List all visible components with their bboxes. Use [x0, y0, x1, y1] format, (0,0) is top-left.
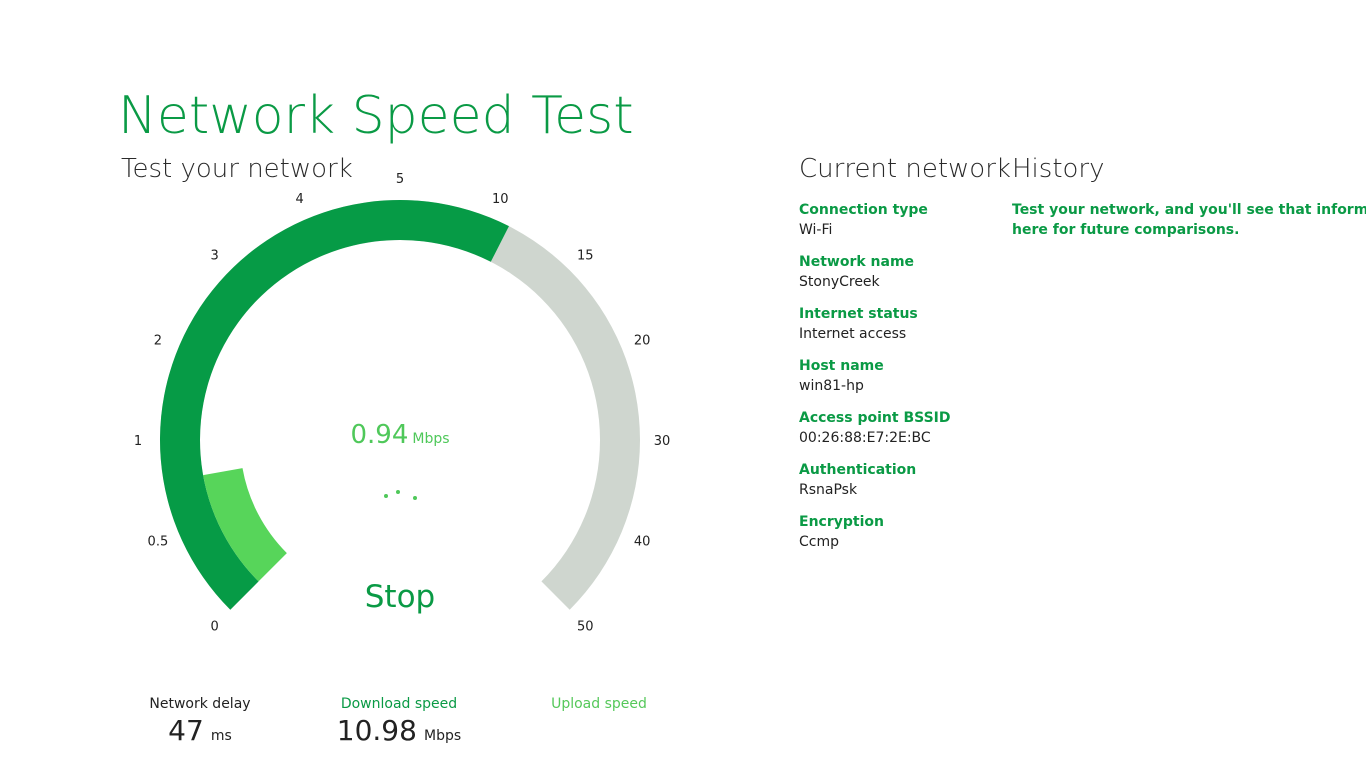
gauge-tick-label: 10: [492, 192, 509, 207]
download-speed-label: Download speed: [340, 696, 458, 712]
info-label: Authentication: [799, 462, 917, 478]
info-value: Internet access: [799, 326, 907, 342]
gauge-tick-label: 0: [211, 619, 219, 634]
gauge-tick-label: 0.5: [148, 534, 169, 549]
history-message-line-1: Test your network, and you'll see that i…: [1012, 202, 1366, 218]
gauge-tick-label: 30: [654, 434, 671, 449]
network-info-internet-status: Internet status Internet access: [799, 304, 1009, 356]
info-label: Connection type: [799, 202, 928, 218]
gauge-tick-label: 50: [577, 619, 594, 634]
network-info-network-name: Network name StonyCreek: [799, 252, 1009, 304]
current-speed-value: 0.94: [350, 420, 409, 450]
gauge-tick-label: 20: [634, 334, 651, 349]
current-speed: 0.94 Mbps: [300, 420, 500, 450]
info-value: win81-hp: [799, 378, 864, 394]
history-message-line-2: here for future comparisons.: [1012, 222, 1240, 238]
info-label: Access point BSSID: [799, 410, 951, 426]
current-network-list: Connection type Wi-Fi Network name Stony…: [799, 200, 1009, 564]
network-info-authentication: Authentication RsnaPsk: [799, 460, 1009, 512]
download-speed-metric: Download speed 10.98 Mbps: [314, 696, 484, 747]
info-value: 00:26:88:E7:2E:BC: [799, 430, 931, 446]
gauge-tick-label: 15: [577, 249, 594, 264]
current-speed-unit: Mbps: [412, 431, 450, 447]
network-delay-metric: Network delay 47 ms: [115, 696, 285, 747]
network-delay-unit: ms: [210, 728, 232, 744]
gauge-tick-label: 4: [296, 192, 304, 207]
info-value: Wi-Fi: [799, 222, 833, 238]
network-info-host-name: Host name win81-hp: [799, 356, 1009, 408]
gauge-tick-label: 3: [211, 249, 219, 264]
info-label: Network name: [799, 254, 915, 270]
gauge-tick-label: 2: [154, 334, 162, 349]
network-delay-label: Network delay: [149, 696, 251, 712]
info-label: Internet status: [799, 306, 918, 322]
speed-gauge: 0 0.5 1 2 3 4 5 10 15 20 30 40 50: [134, 172, 671, 634]
info-value: RsnaPsk: [799, 482, 858, 498]
upload-speed-metric: Upload speed: [514, 696, 684, 747]
progress-dots-icon: [380, 486, 424, 502]
download-speed-value: 10.98: [336, 714, 417, 747]
gauge-tick-label: 1: [134, 434, 142, 449]
stop-button[interactable]: Stop: [330, 574, 470, 620]
network-info-encryption: Encryption Ccmp: [799, 512, 1009, 564]
download-speed-unit: Mbps: [424, 728, 462, 744]
info-value: StonyCreek: [799, 274, 880, 290]
gauge-tick-label: 5: [396, 172, 404, 187]
network-delay-value: 47: [168, 714, 204, 747]
upload-speed-label: Upload speed: [551, 696, 647, 712]
info-label: Encryption: [799, 514, 884, 530]
network-info-connection-type: Connection type Wi-Fi: [799, 200, 1009, 252]
gauge-tick-label: 40: [634, 534, 651, 549]
info-label: Host name: [799, 358, 884, 374]
network-info-bssid: Access point BSSID 00:26:88:E7:2E:BC: [799, 408, 1009, 460]
info-value: Ccmp: [799, 534, 839, 550]
history-message: Test your network, and you'll see that i…: [1012, 200, 1366, 240]
